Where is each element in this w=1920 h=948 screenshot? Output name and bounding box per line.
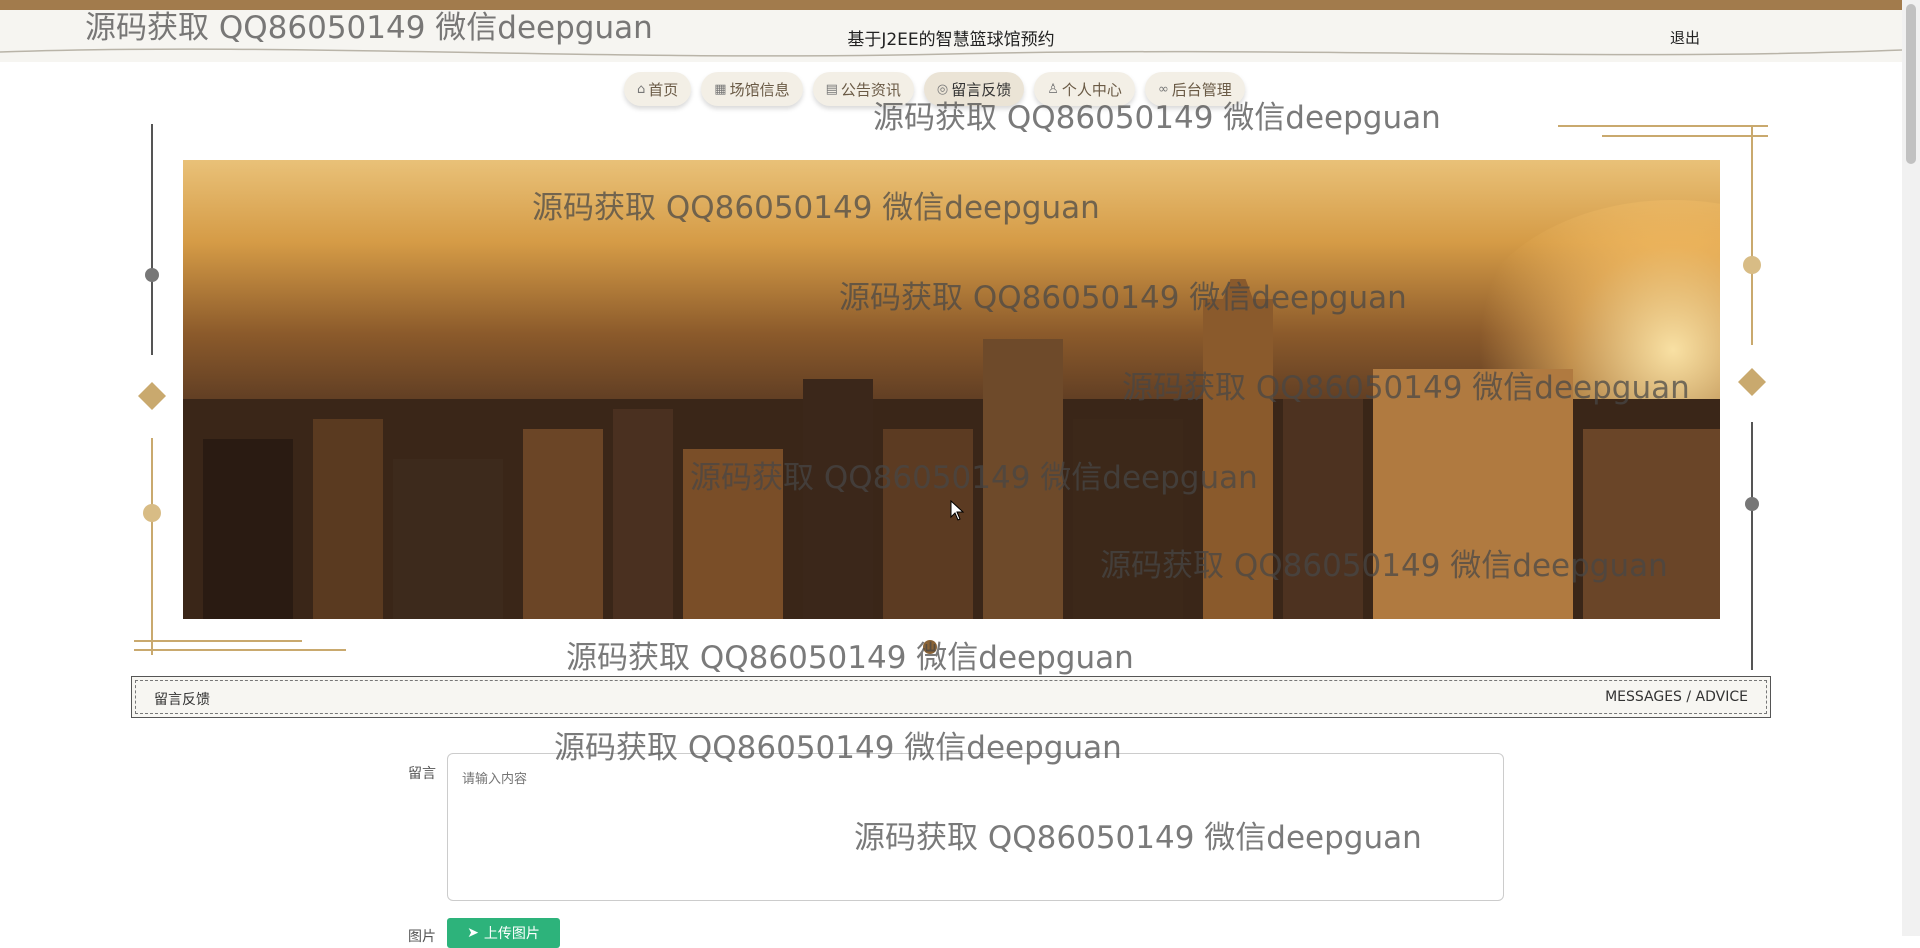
- hero-banner-image: [183, 160, 1720, 619]
- message-label: 留言: [408, 766, 436, 782]
- scrollbar-thumb[interactable]: [1906, 4, 1916, 164]
- section-title: 留言反馈: [154, 692, 210, 708]
- city-skyline: [183, 279, 1720, 619]
- nav-item-home[interactable]: ⌂ 首页: [624, 72, 692, 106]
- link-icon: ∞: [1157, 81, 1169, 97]
- site-title: 基于J2EE的智慧篮球馆预约: [847, 30, 1055, 50]
- section-subtitle: MESSAGES / ADVICE: [1605, 689, 1748, 705]
- upload-button-label: 上传图片: [483, 926, 540, 942]
- user-icon: ♙: [1047, 81, 1059, 97]
- nav-item-label: 留言反馈: [951, 80, 1012, 99]
- carousel-indicator[interactable]: [923, 640, 937, 654]
- nav-item-label: 后台管理: [1171, 80, 1232, 99]
- message-textarea[interactable]: [447, 753, 1504, 901]
- top-accent-bar: [0, 0, 1920, 10]
- nav-item-news[interactable]: ▤ 公告资讯: [812, 72, 914, 106]
- image-label: 图片: [408, 929, 436, 945]
- vertical-scrollbar[interactable]: [1902, 0, 1920, 936]
- nav-item-profile[interactable]: ♙ 个人中心: [1034, 72, 1135, 106]
- main-nav: ⌂ 首页 ▦ 场馆信息 ▤ 公告资讯 ◎ 留言反馈 ♙ 个人中心 ∞ 后台管理: [624, 72, 1245, 112]
- section-header: 留言反馈 MESSAGES / ADVICE: [131, 676, 1771, 718]
- home-icon: ⌂: [637, 81, 646, 97]
- nav-item-label: 场馆信息: [729, 80, 790, 99]
- nav-item-label: 首页: [648, 80, 679, 99]
- document-icon: ▤: [825, 81, 838, 97]
- nav-item-venues[interactable]: ▦ 场馆信息: [701, 72, 803, 106]
- logout-link[interactable]: 退出: [1670, 27, 1700, 48]
- upload-image-button[interactable]: ➤ 上传图片: [447, 918, 560, 948]
- mouse-cursor-icon: [950, 500, 965, 521]
- message-icon: ◎: [936, 81, 949, 97]
- section-header-border: [135, 680, 1767, 714]
- nav-item-label: 个人中心: [1061, 80, 1122, 99]
- upload-icon: ➤: [467, 925, 479, 941]
- nav-item-admin[interactable]: ∞ 后台管理: [1144, 72, 1245, 106]
- nav-item-label: 公告资讯: [840, 80, 901, 99]
- nav-item-messages[interactable]: ◎ 留言反馈: [923, 72, 1025, 106]
- grid-icon: ▦: [714, 81, 727, 97]
